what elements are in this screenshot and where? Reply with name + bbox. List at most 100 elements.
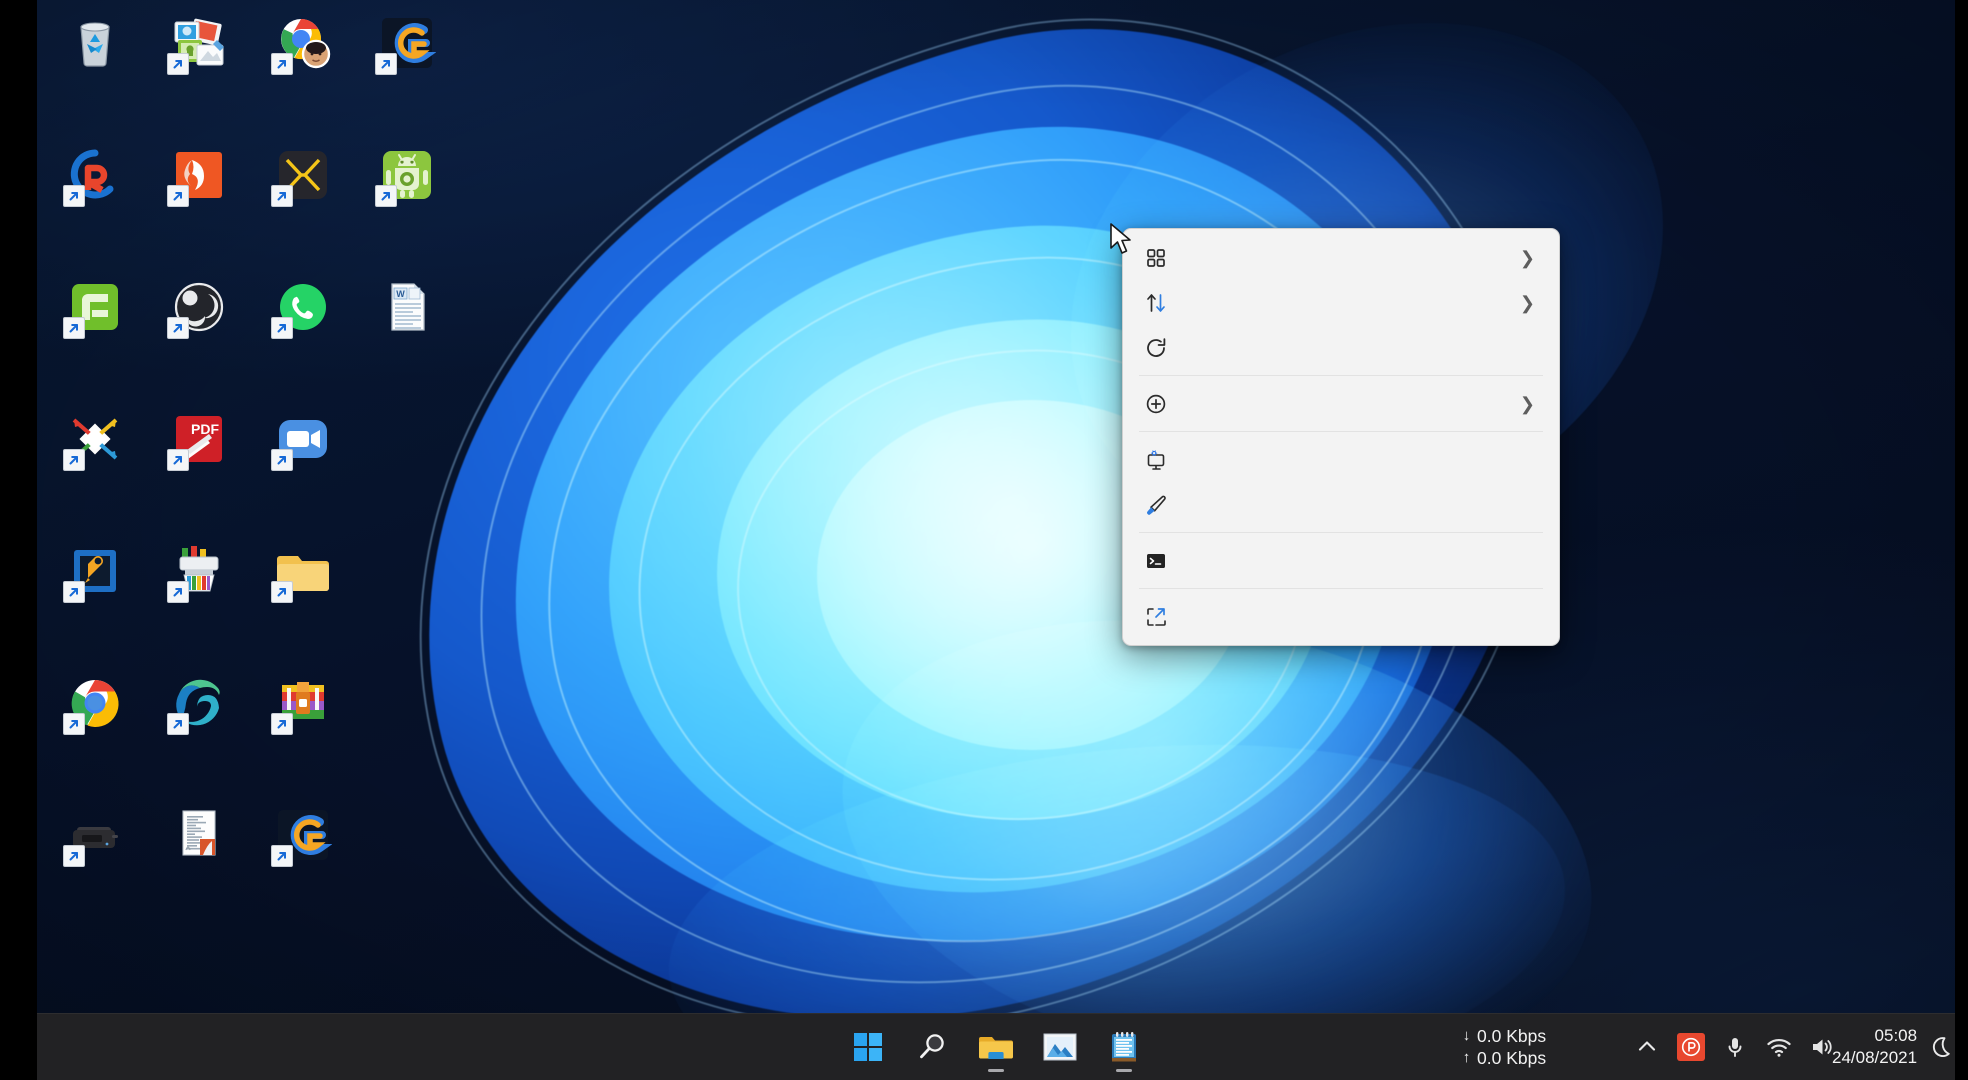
context-menu-item-sort-by[interactable]: ❯ — [1127, 280, 1555, 325]
chevron-right-icon: ❯ — [1519, 292, 1535, 313]
folder-icon — [979, 1037, 1013, 1059]
shortcut-arrow-icon — [375, 185, 397, 207]
desktop-icon-hp-ink-tank-310-series[interactable] — [43, 798, 147, 930]
upload-arrow-icon: ↑ — [1462, 1049, 1471, 1066]
desktop-icon-sonic-cand-shortcut[interactable] — [251, 666, 355, 798]
taskbar[interactable]: ↓ 0.0 Kbps ↑ 0.0 Kbps x — [37, 1013, 1955, 1080]
shortcut-arrow-icon — [167, 581, 189, 603]
desktop-icon-arkas[interactable] — [43, 138, 147, 270]
windows-logo-icon — [854, 1033, 882, 1061]
desktop-icon-empty-slot — [355, 534, 459, 666]
desktop-icon-microsoft-edge[interactable] — [147, 666, 251, 798]
desktop-icon-dapodik[interactable] — [43, 534, 147, 666]
search-icon — [920, 1034, 944, 1059]
shortcut-arrow-icon — [167, 317, 189, 339]
context-menu-separator — [1139, 375, 1543, 376]
plus-circle-icon — [1143, 391, 1169, 417]
taskbar-clock[interactable]: 05:08 24/08/2021 — [1832, 1025, 1917, 1069]
zoom-icon — [271, 408, 334, 471]
desktop-icon-camtasia-2019[interactable] — [43, 270, 147, 402]
download-speed-text: 0.0 Kbps — [1477, 1026, 1547, 1046]
chrome-icon — [63, 672, 126, 735]
context-menu-item-refresh[interactable] — [1127, 325, 1555, 370]
context-menu-item-open-in-windows-terminal[interactable] — [1127, 538, 1555, 583]
download-arrow-icon: ↓ — [1462, 1027, 1471, 1044]
chevron-up-icon — [1638, 1041, 1656, 1051]
desktop-icon-empty-slot — [355, 402, 459, 534]
photos-button[interactable] — [1034, 1021, 1086, 1073]
nitro-pro-icon — [167, 144, 230, 207]
wifi-icon — [1767, 1039, 1791, 1057]
context-menu-item-new[interactable]: ❯ — [1127, 381, 1555, 426]
desktop-icon-sobat-chrome[interactable] — [251, 6, 355, 138]
powerpoint-icon — [1681, 1037, 1701, 1057]
empty — [376, 540, 438, 602]
shortcut-arrow-icon — [271, 53, 293, 75]
shortcut-arrow-icon — [63, 317, 85, 339]
shortcut-arrow-icon — [63, 185, 85, 207]
display-monitor-icon — [1143, 447, 1169, 473]
desktop-icon-whatsapp[interactable] — [251, 270, 355, 402]
hp-printer-icon — [63, 804, 126, 867]
system-tray[interactable]: x — [1627, 1024, 1843, 1070]
paintbrush-icon — [1143, 492, 1169, 518]
desktop-surface[interactable]: W PDF — [37, 0, 1955, 1080]
moon-icon — [1932, 1037, 1950, 1057]
context-menu-separator — [1139, 532, 1543, 533]
desktop-icon-shop-for-supplies[interactable] — [147, 534, 251, 666]
shortcut-arrow-icon — [271, 317, 293, 339]
notepad-button[interactable] — [1098, 1021, 1150, 1073]
start-button[interactable] — [842, 1021, 894, 1073]
expand-arrow-icon — [1143, 604, 1169, 630]
empty — [376, 672, 438, 734]
paintbrush-icon — [1147, 495, 1166, 515]
desktop-icon-geisa-clien-shortcut[interactable] — [251, 798, 355, 930]
desktop-icon-geisa-client[interactable] — [355, 6, 459, 138]
desktop-icon-tuneskit-acemovi[interactable] — [251, 138, 355, 270]
desktop-icon-grid: W PDF — [43, 6, 436, 930]
desktop-icon-recycle-bin[interactable] — [43, 6, 147, 138]
wifi-tray-icon[interactable] — [1759, 1024, 1799, 1070]
shortcut-arrow-icon — [271, 581, 293, 603]
context-menu-item-show-more-options[interactable] — [1127, 594, 1555, 639]
recycle-bin-icon — [64, 12, 126, 74]
obs-studio-icon — [167, 276, 230, 339]
chevron-right-icon: ❯ — [1519, 247, 1535, 268]
desktop-icon-obs-studio[interactable] — [147, 270, 251, 402]
desktop-icon-google-chrome[interactable] — [43, 666, 147, 798]
microphone-tray-icon[interactable] — [1715, 1024, 1755, 1070]
svg-text:W: W — [396, 289, 405, 299]
tuneskit-icon — [271, 144, 334, 207]
context-menu-item-view[interactable]: ❯ — [1127, 235, 1555, 280]
desktop-icon-hp-photo-creations[interactable] — [147, 6, 251, 138]
shortcut-arrow-icon — [167, 53, 189, 75]
taskbar-center-buttons — [842, 1021, 1150, 1073]
chrome-profile-icon — [271, 12, 334, 75]
desktop-context-menu[interactable]: ❯ ❯ ❯ — [1122, 228, 1560, 646]
network-speed-indicator[interactable]: ↓ 0.0 Kbps ↑ 0.0 Kbps — [1461, 1025, 1546, 1069]
shortcut-arrow-icon — [167, 713, 189, 735]
search-button[interactable] — [906, 1021, 958, 1073]
desktop-icon-proktor-shortcut[interactable] — [251, 534, 355, 666]
desktop-icon-tulisan-atas-kotak[interactable]: W — [355, 270, 459, 402]
desktop-icon-zoom[interactable] — [251, 402, 355, 534]
grid-view-icon — [1143, 245, 1169, 271]
context-menu-item-display-settings[interactable] — [1127, 437, 1555, 482]
desktop-icon-nitro-pro[interactable] — [147, 138, 251, 270]
desktop-icon-canoscan-toolbox-4-9[interactable] — [43, 402, 147, 534]
powerpoint-tray-icon[interactable] — [1671, 1024, 1711, 1070]
file-explorer-button[interactable] — [970, 1021, 1022, 1073]
shortcut-arrow-icon — [271, 449, 293, 471]
clock-date: 24/08/2021 — [1832, 1048, 1918, 1067]
context-menu-item-personalize[interactable] — [1127, 482, 1555, 527]
display-monitor-icon — [1147, 449, 1165, 470]
empty — [376, 804, 438, 866]
show-hidden-icons-button[interactable] — [1627, 1024, 1667, 1070]
notification-center-button[interactable] — [1924, 1027, 1958, 1067]
desktop-icon-droidcam[interactable] — [355, 138, 459, 270]
edge-icon — [167, 672, 230, 735]
shortcut-arrow-icon — [63, 581, 85, 603]
desktop-icon-soal-tugas-2-penjas-kel[interactable] — [147, 798, 251, 930]
desktop-icon-pdf-xcha-editor[interactable]: PDF — [147, 402, 251, 534]
plus-circle-icon — [1146, 394, 1166, 413]
